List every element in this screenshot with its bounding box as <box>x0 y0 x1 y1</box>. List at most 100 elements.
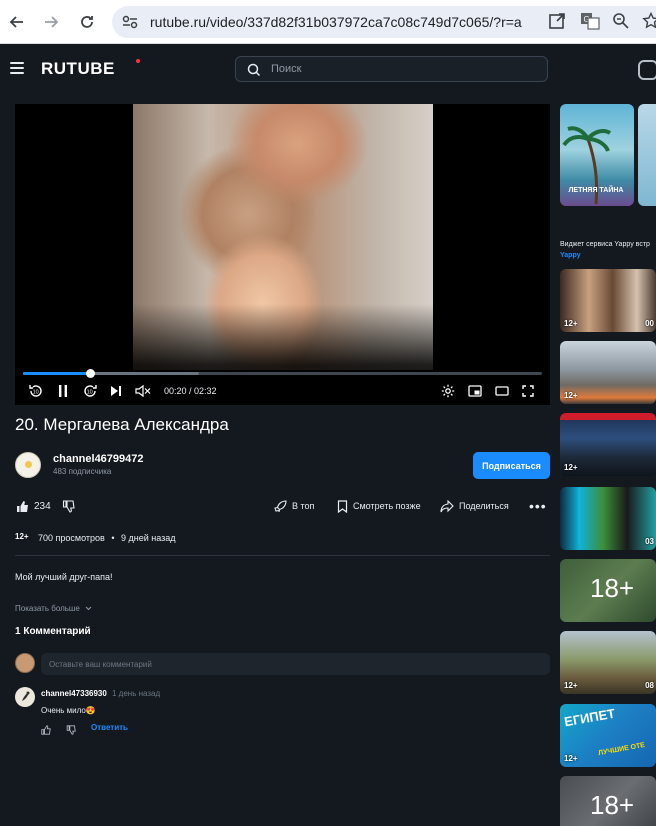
more-options-icon[interactable]: ••• <box>529 498 547 514</box>
publish-date: 9 дней назад <box>121 533 176 543</box>
comment-dislike-icon[interactable] <box>66 722 76 740</box>
thumb-age-restricted: 18+ <box>590 573 635 603</box>
view-stats: 700 просмотров • 9 дней назад <box>38 533 176 543</box>
channel-name[interactable]: channel46799472 <box>53 453 144 465</box>
comment-author[interactable]: channel47336930 <box>41 689 107 698</box>
thumb-subtitle-text: ЛУЧШИЕ ОТЕ <box>597 741 646 758</box>
reply-button[interactable]: Ответить <box>91 723 128 732</box>
subscribe-button[interactable]: Подписаться <box>473 452 550 479</box>
ad-thumbnail[interactable]: ЛЕТНЯЯ ТАЙНА <box>560 104 634 206</box>
pause-icon[interactable] <box>55 383 71 399</box>
forward-10-icon[interactable]: 10 <box>82 383 98 399</box>
view-count: 700 просмотров <box>38 533 105 543</box>
thumbs-down-icon <box>62 499 75 513</box>
video-thumbnail[interactable]: ЕГИПЕТ ЛУЧШИЕ ОТЕ 12+ <box>560 704 656 767</box>
watch-later-button[interactable]: Смотреть позже <box>337 498 421 514</box>
bookmark-star-icon[interactable] <box>642 11 656 32</box>
url-text[interactable]: rutube.ru/video/337d82f31b037972ca7c08c7… <box>150 14 522 30</box>
meta-separator: • <box>111 533 115 543</box>
settings-gear-icon[interactable] <box>440 383 456 399</box>
video-title: 20. Мергалева Александра <box>15 415 229 434</box>
mute-icon[interactable] <box>135 383 151 399</box>
recommendations-sidebar: ЛЕТНЯЯ ТАЙНА Виджет сервиса Yappy встр Y… <box>560 104 656 826</box>
miniplayer-icon[interactable] <box>467 383 483 399</box>
thumb-age-badge: 12+ <box>564 319 578 328</box>
dislike-button[interactable] <box>62 498 80 514</box>
rewind-10-icon[interactable]: 10 <box>28 383 44 399</box>
video-thumbnail[interactable]: 18+ <box>560 559 656 622</box>
video-thumbnail[interactable]: 18+ <box>560 776 656 826</box>
comment-author-avatar[interactable] <box>15 687 35 707</box>
thumb-title-text: ЕГИПЕТ <box>563 705 617 730</box>
svg-text:10: 10 <box>87 390 93 396</box>
ad-thumbnail-2[interactable] <box>638 104 656 206</box>
progress-bar[interactable] <box>23 369 542 378</box>
to-top-label: В топ <box>292 501 315 511</box>
thumb-age-restricted: 18+ <box>590 790 635 820</box>
video-thumbnail[interactable]: 12+ <box>560 341 656 404</box>
thumb-age-badge: 12+ <box>564 681 578 690</box>
video-thumbnail[interactable]: 12+ 08 <box>560 631 656 694</box>
video-thumbnail[interactable]: 03 <box>560 487 656 550</box>
translate-icon[interactable]: G <box>580 12 602 32</box>
browser-toolbar: rutube.ru/video/337d82f31b037972ca7c08c7… <box>0 0 656 44</box>
open-in-app-icon[interactable] <box>548 12 570 32</box>
user-avatar[interactable] <box>15 653 35 673</box>
channel-avatar[interactable] <box>15 452 41 478</box>
share-label: Поделиться <box>459 501 509 511</box>
thumb-age-badge: 12+ <box>564 754 578 763</box>
thumb-duration: 03 <box>645 537 654 546</box>
comment-input[interactable] <box>41 653 550 675</box>
next-icon[interactable] <box>108 383 124 399</box>
search-input[interactable] <box>271 60 531 78</box>
thumb-duration: 00 <box>645 319 654 328</box>
comment-time: 1 день назад <box>112 689 161 698</box>
svg-text:10: 10 <box>33 390 39 396</box>
ad-thumb-text: ЛЕТНЯЯ ТАЙНА <box>568 187 624 194</box>
menu-icon[interactable] <box>10 62 24 74</box>
forward-icon[interactable] <box>38 9 64 35</box>
ad-brand[interactable]: Yappy <box>560 252 581 259</box>
fullscreen-icon[interactable] <box>520 383 536 399</box>
subscriber-count: 483 подписчика <box>53 467 112 476</box>
rutube-logo[interactable]: RUTUBE <box>41 59 115 79</box>
site-header: RUTUBE <box>0 45 656 95</box>
theater-mode-icon[interactable] <box>494 383 510 399</box>
show-more-label[interactable]: Показать больше <box>15 604 80 613</box>
share-button[interactable]: Поделиться <box>440 498 509 514</box>
like-button[interactable]: 234 <box>16 498 51 514</box>
comment-text: Очень мило😍 <box>41 706 96 715</box>
back-icon[interactable] <box>4 9 30 35</box>
video-thumbnail[interactable]: 12+ 00 <box>560 269 656 332</box>
zoom-icon[interactable] <box>612 12 634 32</box>
thumb-duration: 08 <box>645 681 654 690</box>
watch-later-label: Смотреть позже <box>353 501 421 511</box>
search-box[interactable] <box>235 56 548 82</box>
video-player[interactable]: 10 10 00:20 / 02:32 <box>15 104 550 405</box>
video-description: Мой лучший друг-папа! <box>15 572 113 582</box>
chevron-down-icon <box>85 606 92 611</box>
thumb-age-badge: 12+ <box>564 463 578 472</box>
rocket-icon <box>274 499 287 512</box>
thumbs-up-icon <box>17 500 28 512</box>
site-settings-icon[interactable] <box>120 12 142 32</box>
search-icon[interactable] <box>247 63 261 77</box>
video-thumbnail[interactable]: 12+ <box>560 413 656 476</box>
upload-icon[interactable] <box>638 60 656 80</box>
bookmark-icon <box>337 499 348 513</box>
time-display: 00:20 / 02:32 <box>164 386 217 396</box>
divider <box>15 555 550 556</box>
share-arrow-icon <box>440 499 454 512</box>
logo-dot <box>136 59 140 63</box>
age-rating-badge: 12+ <box>15 532 29 541</box>
thumb-age-badge: 12+ <box>564 391 578 400</box>
comments-heading: 1 Комментарий <box>15 626 91 637</box>
to-top-button[interactable]: В топ <box>274 498 314 514</box>
thumb-red-banner <box>560 413 656 420</box>
comment-like-icon[interactable] <box>41 722 51 740</box>
show-more-link[interactable]: Показать больше <box>15 604 92 613</box>
address-bar[interactable]: rutube.ru/video/337d82f31b037972ca7c08c7… <box>112 6 656 38</box>
ad-caption[interactable]: Виджет сервиса Yappy встр <box>560 241 650 248</box>
like-count: 234 <box>34 500 51 512</box>
reload-icon[interactable] <box>74 9 100 35</box>
